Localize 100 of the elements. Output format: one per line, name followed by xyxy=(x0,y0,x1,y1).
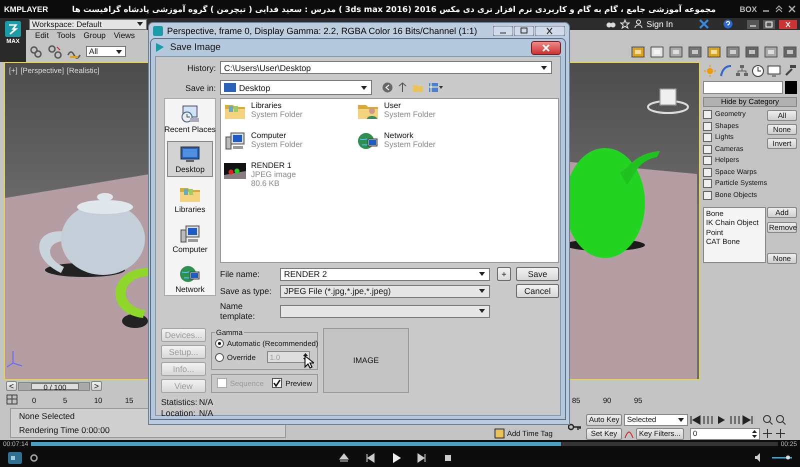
next-frame-button[interactable]: > xyxy=(90,381,102,391)
player-logo: KMPLAYER xyxy=(4,4,48,14)
3d-mode-icon[interactable] xyxy=(8,452,22,464)
view-menu-icon[interactable] xyxy=(428,82,444,93)
file-item[interactable]: RENDER 1 JPEG image 80.6 KB xyxy=(224,161,357,191)
previous-icon[interactable] xyxy=(365,452,375,462)
checkbox[interactable] xyxy=(703,144,712,154)
menu-item[interactable]: Edit xyxy=(35,31,49,40)
toolbar-icon[interactable] xyxy=(783,44,797,58)
settings-icon[interactable] xyxy=(30,454,38,462)
link-icon[interactable] xyxy=(29,44,43,58)
go-start-icon[interactable] xyxy=(690,414,701,424)
close-button[interactable] xyxy=(531,40,561,54)
dialog-title: Save Image xyxy=(170,42,222,53)
caret-icon xyxy=(478,270,486,278)
history-dropdown[interactable]: C:\Users\User\Desktop xyxy=(220,61,552,74)
play-icon[interactable] xyxy=(716,414,727,424)
place-item[interactable]: Desktop xyxy=(167,141,213,177)
unlink-icon[interactable] xyxy=(48,44,62,58)
checkbox[interactable] xyxy=(703,168,712,176)
close-icon[interactable] xyxy=(779,20,797,28)
place-item[interactable]: Computer xyxy=(167,221,213,257)
close-icon[interactable] xyxy=(535,26,565,36)
toolbar-icon[interactable] xyxy=(688,44,702,58)
place-item[interactable]: Libraries xyxy=(167,181,213,217)
menu-item[interactable]: Views xyxy=(114,31,135,40)
checkbox[interactable] xyxy=(703,122,712,130)
seek-bar[interactable] xyxy=(31,442,778,446)
toolbar-icon[interactable] xyxy=(726,44,740,58)
caret-icon xyxy=(136,20,144,28)
play-icon[interactable] xyxy=(391,452,401,462)
volume-slider-icon[interactable] xyxy=(772,455,792,460)
file-item[interactable]: Computer System Folder xyxy=(224,131,357,161)
radio-button[interactable] xyxy=(215,339,224,348)
checkbox[interactable] xyxy=(703,179,712,188)
viewcube-icon[interactable] xyxy=(647,88,689,114)
eject-icon[interactable] xyxy=(339,452,349,462)
menu-item[interactable]: Group xyxy=(83,31,106,40)
globe-computer-icon xyxy=(357,131,379,151)
toolbar-icon[interactable] xyxy=(707,44,721,58)
save-in-dropdown[interactable]: Desktop xyxy=(220,80,372,95)
help-icon[interactable] xyxy=(723,19,733,29)
toolbar-icon[interactable] xyxy=(764,44,778,58)
star-icon[interactable] xyxy=(620,19,630,29)
sign-in-link[interactable]: Sign In xyxy=(646,19,673,29)
key-icon[interactable] xyxy=(568,422,582,432)
toolbar-icon[interactable] xyxy=(745,44,759,58)
file-type-dropdown[interactable]: JPEG File (*.jpg,*.jpe,*.jpeg) xyxy=(280,284,490,298)
color-swatch[interactable] xyxy=(785,81,797,94)
x-logo-icon[interactable] xyxy=(699,19,709,29)
save-button[interactable]: Save xyxy=(516,267,559,281)
radio-button[interactable] xyxy=(215,352,224,362)
file-item[interactable]: Network System Folder xyxy=(357,131,490,161)
file-name-field[interactable]: RENDER 2 xyxy=(280,268,490,280)
file-item[interactable]: User System Folder xyxy=(357,101,490,131)
workspace-dropdown[interactable]: Workspace: Default xyxy=(29,18,147,30)
menu-item[interactable]: Tools xyxy=(56,31,76,40)
person-icon xyxy=(634,19,643,29)
selection-filter-dropdown[interactable]: All xyxy=(86,46,126,57)
stop-icon[interactable] xyxy=(443,452,453,462)
grid-icon[interactable] xyxy=(6,394,18,405)
file-list[interactable]: Libraries System Folder User System Folder Computer System Folder Network System Folder RENDER 1 JPEG image 80.6 KB xyxy=(220,98,559,263)
minimize-icon[interactable] xyxy=(747,20,759,28)
up-folder-icon[interactable] xyxy=(397,82,408,93)
minimize-icon[interactable] xyxy=(493,26,513,36)
toolbar-icon[interactable] xyxy=(631,44,645,58)
curve-icon[interactable] xyxy=(719,64,733,78)
tag-icon[interactable] xyxy=(494,428,505,439)
checkbox[interactable] xyxy=(703,110,712,119)
box-label: BOX xyxy=(740,4,757,14)
checkbox[interactable] xyxy=(703,190,712,200)
toolbar-icon[interactable] xyxy=(650,44,664,58)
close-icon xyxy=(542,44,550,52)
checkbox[interactable] xyxy=(703,156,712,165)
cancel-button[interactable]: Cancel xyxy=(516,284,559,298)
back-icon[interactable] xyxy=(382,82,393,93)
place-item[interactable]: Recent Places xyxy=(167,101,213,137)
add-suffix-button[interactable]: + xyxy=(497,267,511,281)
go-end-icon[interactable] xyxy=(742,414,753,424)
toolbar-icon[interactable] xyxy=(669,44,683,58)
caret-icon xyxy=(478,287,486,295)
app-icon xyxy=(155,42,165,53)
close-icon[interactable] xyxy=(788,5,796,13)
key-curve-icon[interactable] xyxy=(624,428,634,438)
file-item[interactable]: Libraries System Folder xyxy=(224,101,357,131)
name-field[interactable] xyxy=(703,81,783,94)
monitor-icon[interactable] xyxy=(767,64,781,78)
teapot-handle-drawing xyxy=(116,268,150,328)
next-icon[interactable] xyxy=(417,452,427,462)
clock-icon[interactable] xyxy=(751,64,765,78)
app-logo-icon[interactable] xyxy=(4,20,22,38)
checkbox[interactable] xyxy=(272,378,282,388)
zoom-icon[interactable] xyxy=(762,414,773,425)
previous-frame-button[interactable]: < xyxy=(6,381,17,391)
checkbox[interactable] xyxy=(703,133,712,142)
field-label: Save as type: xyxy=(220,286,273,296)
zoom-all-icon[interactable] xyxy=(775,414,786,425)
place-item[interactable]: Network xyxy=(167,261,213,297)
name-template-dropdown[interactable] xyxy=(280,304,490,318)
hammer-icon[interactable] xyxy=(783,64,797,78)
